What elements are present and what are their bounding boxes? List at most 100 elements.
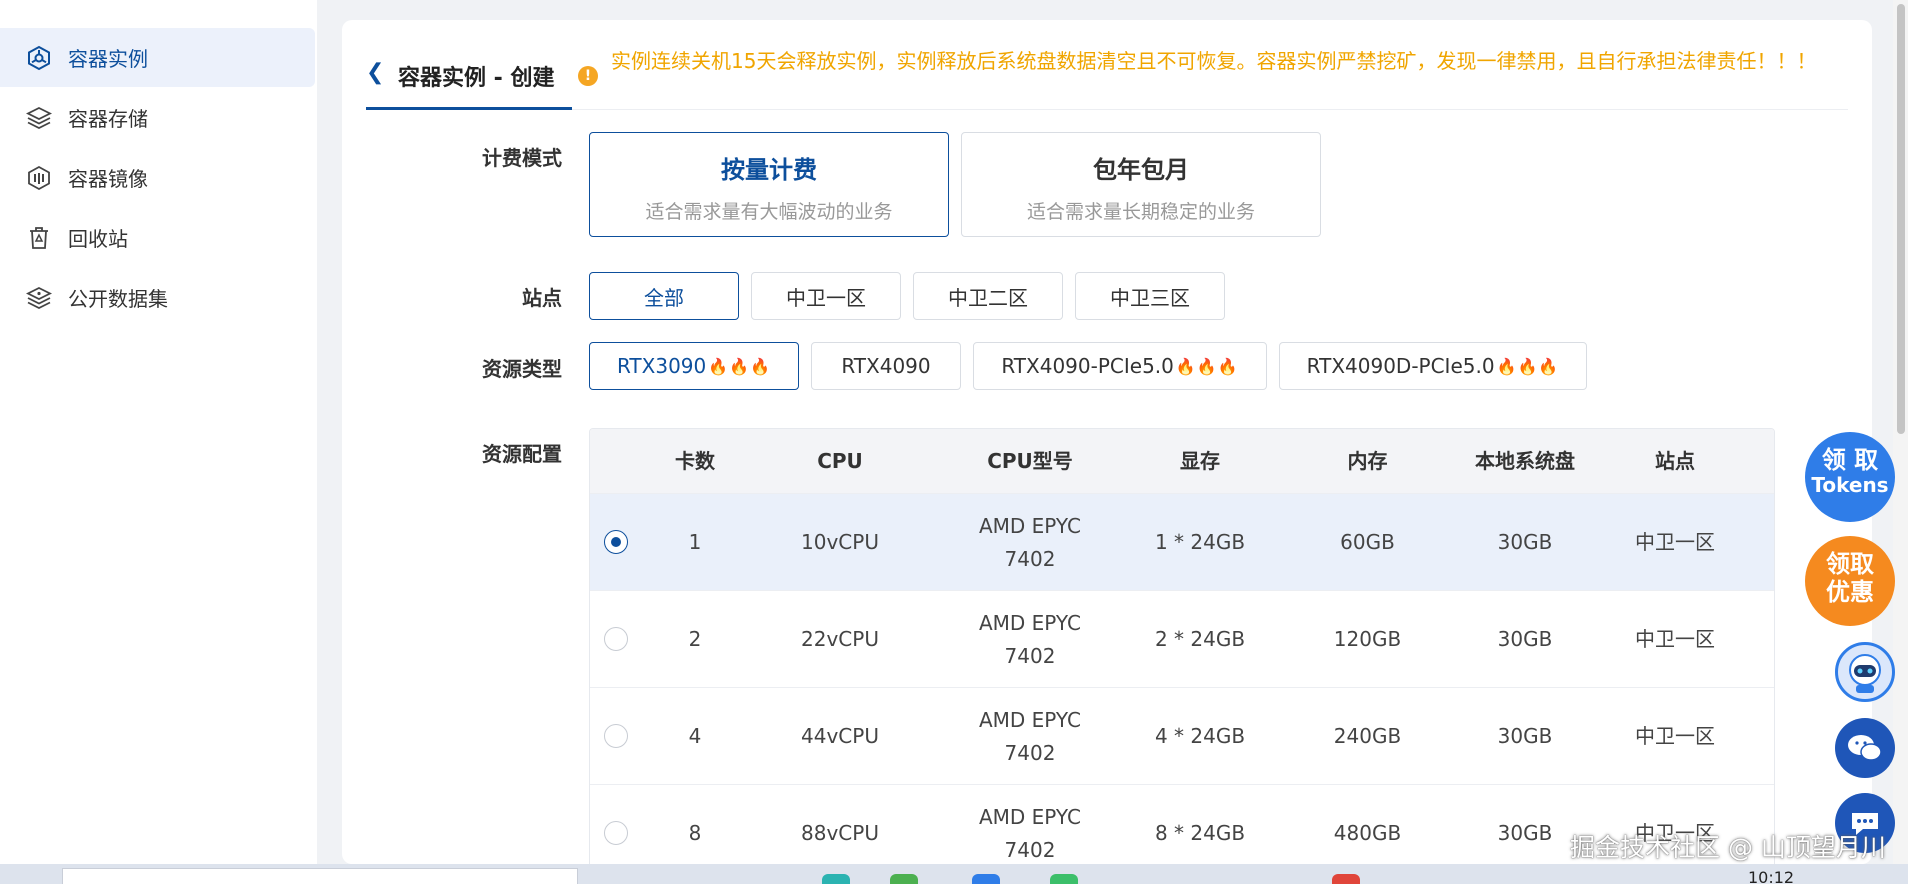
billing-option-desc: 适合需求量有大幅波动的业务: [645, 201, 893, 223]
scrollbar-thumb[interactable]: [1897, 4, 1905, 434]
resource-type-label: 资源类型: [482, 357, 562, 381]
container-instance-icon: [26, 45, 52, 71]
active-tab-indicator: [366, 107, 572, 110]
cell-cpu-model: AMD EPYC 7402: [978, 804, 1082, 862]
cell-site: 中卫一区: [1635, 724, 1715, 748]
taskbar-app-icon[interactable]: [1332, 874, 1360, 884]
billing-option-desc: 适合需求量长期稳定的业务: [1026, 201, 1255, 223]
sidebar-item-label: 容器实例: [68, 47, 148, 71]
claim-tokens-line2: Tokens: [1811, 473, 1889, 497]
site-option-zone-1[interactable]: 中卫一区: [751, 272, 901, 320]
resource-option-label: RTX3090: [616, 354, 707, 378]
row-radio[interactable]: [604, 627, 628, 651]
cell-disk: 30GB: [1497, 627, 1553, 651]
table-row[interactable]: 4 44vCPU AMD EPYC 7402 4 * 24GB 240GB 30…: [590, 687, 1774, 784]
cell-memory: 120GB: [1333, 627, 1402, 651]
cell-vram: 2 * 24GB: [1154, 627, 1246, 651]
sidebar-item-label: 公开数据集: [68, 287, 168, 311]
cell-cards: 4: [688, 724, 702, 748]
notice-text: 实例连续关机15天会释放实例，实例释放后系统盘数据清空且不可恢复。容器实例严禁挖…: [611, 49, 1817, 73]
sidebar-item-recycle-bin[interactable]: 回收站: [0, 208, 315, 267]
sidebar: 容器实例 容器存储 容器镜像 回收站 公开数据集: [0, 0, 317, 864]
resource-option-label: RTX4090: [841, 354, 931, 378]
table-header: 卡数 CPU CPU型号 显存 内存 本地系统盘 站点: [590, 429, 1774, 493]
cell-cpu: 44vCPU: [801, 724, 879, 748]
fire-icon: 🔥🔥🔥: [1175, 356, 1239, 376]
resource-option-label: RTX4090D-PCIe5.0: [1306, 354, 1495, 378]
column-header: 卡数: [675, 449, 715, 473]
taskbar-app-icon[interactable]: [890, 874, 918, 884]
cell-cards: 1: [688, 530, 702, 554]
cell-memory: 60GB: [1340, 530, 1395, 554]
cell-cpu-model: AMD EPYC 7402: [978, 610, 1082, 668]
page-header: ❮ 容器实例 - 创建 ! 实例连续关机15天会释放实例，实例释放后系统盘数据清…: [366, 20, 1848, 110]
cell-disk: 30GB: [1497, 530, 1553, 554]
taskbar-search-box[interactable]: [62, 868, 578, 884]
row-radio[interactable]: [604, 724, 628, 748]
column-header: 本地系统盘: [1475, 449, 1575, 473]
dataset-icon: [26, 285, 52, 311]
column-header: 显存: [1180, 449, 1220, 473]
cell-disk: 30GB: [1497, 724, 1553, 748]
taskbar-app-icon[interactable]: [972, 874, 1000, 884]
table-row[interactable]: 2 22vCPU AMD EPYC 7402 2 * 24GB 120GB 30…: [590, 590, 1774, 687]
cell-cpu: 10vCPU: [801, 530, 879, 554]
resource-config-table: 卡数 CPU CPU型号 显存 内存 本地系统盘 站点 1 10vCPU AMD…: [589, 428, 1775, 864]
fire-icon: 🔥🔥🔥: [1496, 356, 1560, 376]
wechat-icon[interactable]: [1835, 718, 1895, 778]
cell-cards: 2: [688, 627, 702, 651]
resource-option-rtx4090[interactable]: RTX4090: [811, 342, 961, 390]
warning-icon: !: [578, 66, 598, 86]
page-scrollbar[interactable]: [1893, 0, 1908, 864]
site-option-all[interactable]: 全部: [589, 272, 739, 320]
page-title: 容器实例 - 创建: [398, 66, 555, 91]
column-header: CPU: [817, 449, 863, 473]
cell-vram: 8 * 24GB: [1154, 821, 1246, 845]
claim-discount-line1: 领取: [1826, 550, 1874, 578]
claim-tokens-button[interactable]: 领 取 Tokens: [1805, 432, 1895, 522]
os-taskbar: 10:12: [0, 864, 1908, 884]
claim-discount-button[interactable]: 领取 优惠: [1805, 536, 1895, 626]
taskbar-app-icon[interactable]: [822, 874, 850, 884]
cell-cpu: 22vCPU: [801, 627, 879, 651]
cell-cpu: 88vCPU: [801, 821, 879, 845]
cell-cpu-model: AMD EPYC 7402: [978, 707, 1082, 765]
cell-vram: 1 * 24GB: [1154, 530, 1246, 554]
resource-option-label: RTX4090-PCIe5.0: [1001, 354, 1174, 378]
billing-option-title: 按量计费: [721, 156, 817, 184]
resource-config-label: 资源配置: [482, 442, 562, 466]
taskbar-app-icon[interactable]: [1050, 874, 1078, 884]
cell-cards: 8: [688, 821, 702, 845]
claim-discount-line2: 优惠: [1826, 578, 1874, 606]
sidebar-item-public-datasets[interactable]: 公开数据集: [0, 268, 315, 327]
cell-memory: 240GB: [1333, 724, 1402, 748]
resource-option-rtx3090[interactable]: RTX3090 🔥🔥🔥: [589, 342, 799, 390]
sidebar-item-container-storage[interactable]: 容器存储: [0, 88, 315, 147]
layers-icon: [26, 105, 52, 131]
billing-option-title: 包年包月: [1093, 156, 1189, 184]
robot-assistant-icon[interactable]: [1835, 642, 1895, 702]
sidebar-item-label: 回收站: [68, 227, 128, 251]
column-header: 站点: [1655, 449, 1695, 473]
billing-option-pay-as-you-go[interactable]: 按量计费 适合需求量有大幅波动的业务: [589, 132, 949, 237]
cell-site: 中卫一区: [1635, 530, 1715, 554]
site-option-zone-3[interactable]: 中卫三区: [1075, 272, 1225, 320]
row-radio[interactable]: [604, 821, 628, 845]
site-label: 站点: [522, 286, 562, 310]
cell-cpu-model: AMD EPYC 7402: [978, 513, 1082, 571]
sidebar-item-label: 容器镜像: [68, 167, 148, 191]
site-option-zone-2[interactable]: 中卫二区: [913, 272, 1063, 320]
row-radio[interactable]: [604, 530, 628, 554]
sidebar-item-label: 容器存储: [68, 107, 148, 131]
chevron-left-icon[interactable]: ❮: [366, 60, 384, 85]
column-header: CPU型号: [987, 449, 1073, 473]
billing-option-subscription[interactable]: 包年包月 适合需求量长期稳定的业务: [961, 132, 1321, 237]
watermark: 掘金技术社区 @ 山顶望月川: [1570, 833, 1886, 862]
main-panel: ❮ 容器实例 - 创建 ! 实例连续关机15天会释放实例，实例释放后系统盘数据清…: [342, 20, 1872, 864]
sidebar-item-container-image[interactable]: 容器镜像: [0, 148, 315, 207]
sidebar-item-container-instance[interactable]: 容器实例: [0, 28, 315, 87]
resource-option-rtx4090-pcie5[interactable]: RTX4090-PCIe5.0 🔥🔥🔥: [973, 342, 1267, 390]
resource-option-rtx4090d-pcie5[interactable]: RTX4090D-PCIe5.0 🔥🔥🔥: [1279, 342, 1587, 390]
cell-memory: 480GB: [1333, 821, 1402, 845]
table-row[interactable]: 1 10vCPU AMD EPYC 7402 1 * 24GB 60GB 30G…: [590, 493, 1774, 590]
